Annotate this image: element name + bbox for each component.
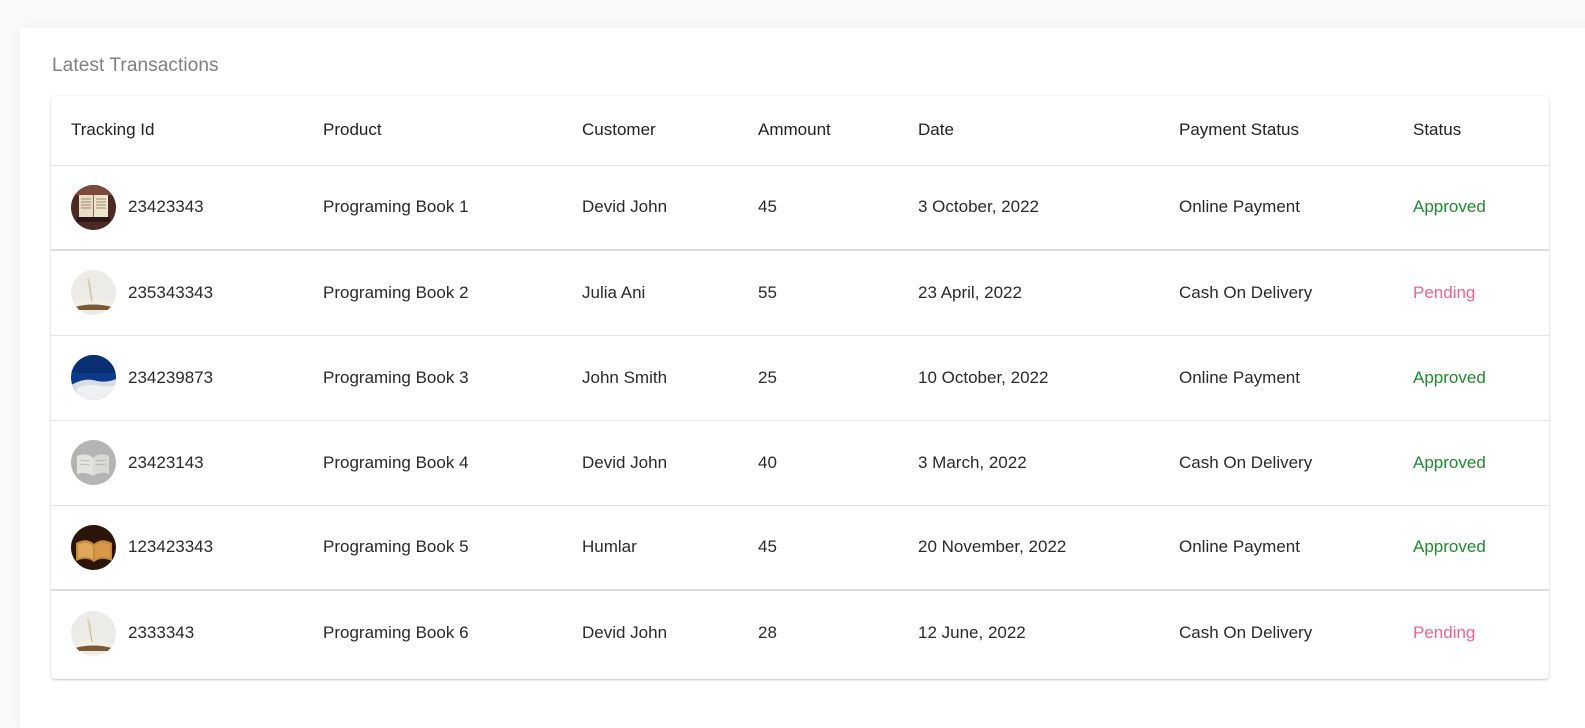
product-cell: Programing Book 3: [303, 335, 562, 421]
payment-status-cell: Cash On Delivery: [1159, 250, 1393, 336]
amount-cell: 40: [738, 420, 898, 506]
status-cell: Approved: [1393, 505, 1549, 591]
table-header-row: Tracking Id Product Customer Ammount Dat…: [51, 96, 1549, 166]
open-book-dark-image: [71, 184, 116, 230]
tracking-id: 235343343: [128, 282, 214, 302]
tracking-id: 23423343: [128, 197, 204, 217]
amount-cell: 55: [738, 250, 898, 336]
book-with-feather-image: [71, 610, 116, 656]
header-date[interactable]: Date: [898, 96, 1159, 166]
date-cell: 3 October, 2022: [898, 165, 1159, 251]
date-cell: 3 March, 2022: [898, 420, 1159, 506]
tracking-id-cell: 2333343: [51, 590, 303, 675]
payment-status-cell: Online Payment: [1159, 505, 1393, 591]
customer-cell: Devid John: [562, 165, 738, 251]
tracking-id: 23423143: [128, 452, 204, 472]
header-payment-status[interactable]: Payment Status: [1159, 96, 1393, 166]
status-cell: Pending: [1393, 590, 1549, 675]
header-product[interactable]: Product: [303, 96, 562, 166]
date-cell: 20 November, 2022: [898, 505, 1159, 591]
book-with-feather-image: [71, 270, 116, 316]
tracking-id-cell: 23423143: [51, 420, 303, 506]
customer-cell: Devid John: [562, 420, 738, 506]
header-amount[interactable]: Ammount: [738, 96, 898, 166]
golden-book-image: [71, 524, 116, 570]
payment-status-cell: Cash On Delivery: [1179, 623, 1313, 642]
tracking-id: 123423343: [128, 537, 214, 557]
status-badge: Approved: [1413, 367, 1486, 387]
tracking-id-cell: 234239873: [51, 335, 303, 421]
table-row[interactable]: 23423343 Programing Book 1 Devid John 45…: [51, 165, 1549, 251]
status-cell: Approved: [1393, 335, 1549, 421]
date-cell: 12 June, 2022: [918, 623, 1026, 642]
tracking-id-cell: 23423343: [51, 165, 303, 251]
blue-sky-book-image: [71, 355, 116, 400]
tracking-id-cell: 235343343: [51, 250, 303, 336]
table-row[interactable]: 23423143 Programing Book 4 Devid John 40…: [51, 420, 1549, 506]
status-badge: Approved: [1413, 537, 1486, 557]
table-row[interactable]: 123423343 Programing Book 5 Humlar 45 20…: [51, 505, 1549, 591]
customer-cell: Julia Ani: [562, 250, 738, 336]
status-badge: Approved: [1413, 197, 1486, 217]
table-row[interactable]: 234239873 Programing Book 3 John Smith 2…: [51, 335, 1549, 421]
customer-cell: Devid John: [582, 623, 668, 642]
header-tracking-id[interactable]: Tracking Id: [51, 96, 303, 166]
product-cell: Programing Book 2: [303, 250, 562, 336]
amount-cell: 45: [738, 165, 898, 251]
customer-cell: Humlar: [562, 505, 738, 591]
status-badge: Pending: [1413, 623, 1476, 642]
product-cell: Programing Book 6: [323, 623, 469, 642]
tracking-id-cell: 123423343: [51, 505, 303, 591]
payment-status-cell: Online Payment: [1159, 335, 1393, 421]
transactions-table: Tracking Id Product Customer Ammount Dat…: [51, 96, 1549, 675]
amount-cell: 28: [758, 623, 777, 642]
customer-cell: John Smith: [562, 335, 738, 421]
date-cell: 10 October, 2022: [898, 335, 1159, 421]
status-cell: Pending: [1393, 250, 1549, 336]
status-badge: Approved: [1413, 452, 1486, 472]
grey-open-book-image: [71, 440, 116, 485]
tracking-id: 234239873: [128, 367, 214, 387]
card-title: Latest Transactions: [52, 55, 219, 76]
date-cell: 23 April, 2022: [898, 250, 1159, 336]
payment-status-cell: Online Payment: [1159, 165, 1393, 251]
tracking-id: 2333343: [128, 623, 195, 642]
header-status[interactable]: Status: [1393, 96, 1549, 166]
header-customer[interactable]: Customer: [562, 96, 738, 166]
payment-status-cell: Cash On Delivery: [1159, 420, 1393, 506]
transactions-table-container: Tracking Id Product Customer Ammount Dat…: [51, 96, 1549, 679]
table-row[interactable]: 235343343 Programing Book 2 Julia Ani 55…: [51, 250, 1549, 336]
status-cell: Approved: [1393, 420, 1549, 506]
table-row[interactable]: 2333343 Programing Book 6 Devid John 28 …: [51, 590, 1549, 675]
product-cell: Programing Book 1: [303, 165, 562, 251]
amount-cell: 25: [738, 335, 898, 421]
status-badge: Pending: [1413, 282, 1476, 302]
product-cell: Programing Book 5: [303, 505, 562, 591]
latest-transactions-card: Latest Transactions Tracking Id Product …: [20, 28, 1585, 728]
product-cell: Programing Book 4: [303, 420, 562, 506]
status-cell: Approved: [1393, 165, 1549, 251]
amount-cell: 45: [738, 505, 898, 591]
